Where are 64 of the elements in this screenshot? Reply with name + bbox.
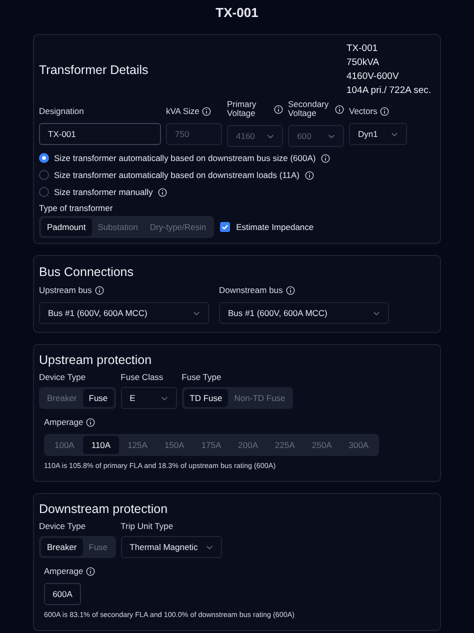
field-label: Device Type [39,522,86,531]
field-label: Primary Voltage [227,100,258,118]
section-heading: Bus Connections [39,264,134,280]
segment-button[interactable]: 200A [230,436,267,454]
radio-button[interactable] [39,170,49,180]
checkbox-label: Estimate Impedance [236,222,314,232]
segment-button[interactable]: Breaker [41,538,83,556]
radio-label: Size transformer automatically based on downstream loads (11A) [54,170,300,180]
field-label: kVA Size [166,107,200,116]
checkbox[interactable] [220,222,230,232]
segment-button[interactable]: Fuse [82,389,114,407]
segment-button[interactable]: 150A [156,436,193,454]
field-label: Amperage [44,567,84,576]
field-label: Trip Unit Type [120,522,174,531]
dropdown[interactable]: Bus #1 (600V, 600A MCC) [219,302,389,324]
segment-button[interactable]: Breaker [41,389,83,407]
amperage-value[interactable]: 600A [44,583,81,605]
dropdown[interactable]: Dyn1 [349,123,407,145]
segment-button[interactable]: TD Fuse [184,389,228,407]
field-label: Device Type [39,373,86,382]
segment-button[interactable]: 110A [82,436,120,454]
summary-line: 104A pri./ 722A sec. [346,84,431,98]
caret-icon [391,132,398,136]
field-label: Fuse Class [120,373,164,382]
field-label: Fuse Type [182,373,222,382]
field-label: Downstream bus [219,286,283,295]
radio-label: Size transformer automatically based on downstream bus size (600A) [54,153,316,163]
field-label: Designation [39,107,84,116]
segment-button[interactable]: 300A [340,436,378,454]
summary-line: 4160V-600V [346,70,400,84]
section-heading: Transformer Details [39,62,148,78]
summary-line: TX-001 [346,42,379,56]
input-field[interactable]: TX-001 [39,123,161,145]
summary-line: 750kVA [346,56,380,70]
segment-button[interactable]: Substation [92,218,144,236]
dropdown[interactable]: Thermal Magnetic [120,536,222,558]
radio-button[interactable] [39,187,49,197]
segment-button[interactable]: 250A [303,436,340,454]
dropdown[interactable]: Bus #1 (600V, 600A MCC) [39,302,209,324]
segment-button[interactable]: 225A [266,436,304,454]
segment-button[interactable]: Padmount [41,218,92,236]
caret-icon [206,544,213,550]
caret-icon [328,134,335,138]
section-heading: Upstream protection [39,352,152,368]
segment-button[interactable]: 100A [46,436,83,454]
field-label: Secondary Voltage [288,100,330,118]
field-label: Upstream bus [39,286,92,295]
segment-button[interactable]: Dry-type/Resin [144,218,212,236]
caret-icon [160,396,168,400]
radio-label: Size transformer manually [54,187,153,197]
caret-icon [373,310,380,316]
field-label: Amperage [44,418,84,427]
caret-icon [193,310,200,316]
field-label: Vectors [349,107,378,116]
page-title: TX-001 [216,4,258,22]
dropdown[interactable]: E [120,387,177,409]
segment-button[interactable]: 175A [192,436,230,454]
field-label: Type of transformer [39,203,113,213]
segment-button[interactable]: Non-TD Fuse [228,389,292,407]
segment-button[interactable]: 125A [119,436,156,454]
section-heading: Downstream protection [39,501,168,517]
caret-icon [267,134,274,138]
radio-button[interactable] [39,153,49,163]
segment-button[interactable]: Fuse [82,538,114,556]
